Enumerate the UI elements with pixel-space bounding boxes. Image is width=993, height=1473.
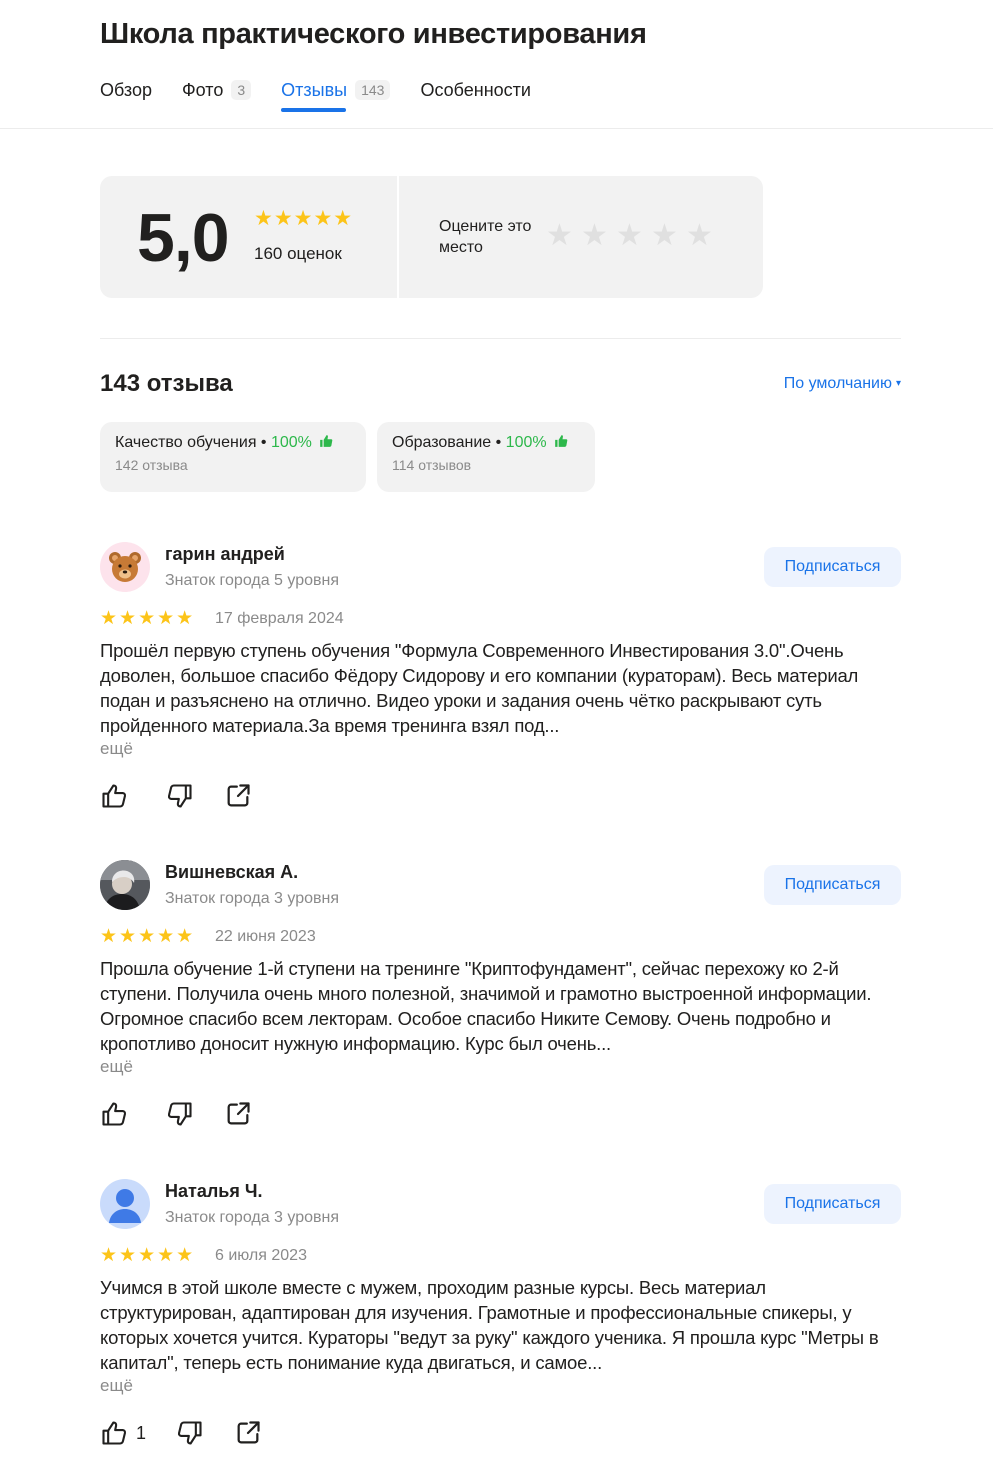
sort-label: По умолчанию	[783, 375, 892, 392]
thumbs-up-filled-icon	[320, 435, 333, 447]
like-button[interactable]: 1	[100, 1419, 146, 1447]
subscribe-button[interactable]: Подписаться	[764, 1184, 901, 1224]
author-name[interactable]: гарин андрей	[165, 544, 285, 565]
rate-star-1-icon[interactable]: ★	[546, 219, 581, 253]
review-stars: ★★★★★	[100, 926, 196, 947]
share-icon	[227, 1102, 250, 1125]
bear-emoji-avatar[interactable]	[100, 542, 150, 592]
tab-photos[interactable]: Фото 3	[182, 76, 252, 104]
tab-count-badge: 3	[231, 80, 252, 100]
reviews-heading: 143 отзыва	[100, 370, 233, 397]
read-more-link[interactable]: ещё	[100, 739, 133, 759]
section-divider	[100, 338, 901, 339]
tab-label: Особенности	[420, 79, 531, 100]
tabs-divider	[0, 128, 993, 129]
review-stars: ★★★★★	[100, 1245, 196, 1266]
rate-star-4-icon[interactable]: ★	[651, 219, 686, 253]
overall-rating: 5,0 ★★★★★ 160 оценок	[100, 176, 399, 298]
tab-overview[interactable]: Обзор	[100, 76, 152, 104]
author-name[interactable]: Вишневская А.	[165, 862, 298, 883]
aspect-separator: •	[491, 434, 506, 451]
rating-count: 160 оценок	[254, 244, 342, 263]
author-level: Знаток города 5 уровня	[165, 572, 340, 589]
read-more-link[interactable]: ещё	[100, 1376, 133, 1396]
read-more-link[interactable]: ещё	[100, 1057, 133, 1077]
thumbs-up-icon	[102, 1102, 127, 1126]
author-level: Знаток города 3 уровня	[165, 1209, 340, 1226]
rate-star-2-icon[interactable]: ★	[581, 219, 616, 253]
tab-features[interactable]: Особенности	[420, 76, 531, 104]
share-icon	[237, 1421, 260, 1444]
thumbs-up-icon	[102, 1421, 127, 1445]
aspect-title: Качество обучения • 100%	[115, 434, 351, 452]
review-text: Прошла обучение 1-й ступени на тренинге …	[100, 958, 872, 1054]
dislike-button[interactable]	[166, 1100, 194, 1128]
aspect-separator: •	[256, 434, 271, 451]
aspect-chip-teaching-quality[interactable]: Качество обучения • 100% 142 отзыва	[100, 422, 366, 492]
aspect-count: 114 отзывов	[392, 457, 472, 473]
tab-label: Обзор	[100, 79, 152, 100]
like-button[interactable]	[100, 782, 136, 810]
tab-bar: Обзор Фото 3 Отзывы 143 Особенности	[100, 76, 561, 112]
aspect-percent: 100%	[270, 434, 312, 451]
rate-this-place: Оцените это место ★ ★ ★ ★ ★	[399, 176, 763, 298]
dislike-button[interactable]	[166, 782, 194, 810]
review-date: 22 июня 2023	[215, 928, 316, 945]
thumbs-up-filled-icon	[555, 435, 568, 447]
subscribe-button[interactable]: Подписаться	[764, 865, 901, 905]
aspect-percent: 100%	[505, 434, 547, 451]
photo-avatar[interactable]	[100, 860, 150, 910]
rate-prompt: Оцените это место	[439, 218, 532, 256]
review-date: 17 февраля 2024	[215, 610, 344, 627]
rating-summary-card: 5,0 ★★★★★ 160 оценок Оцените это место ★…	[100, 176, 763, 298]
share-button[interactable]	[224, 782, 252, 810]
review-actions	[100, 1100, 282, 1128]
rate-star-3-icon[interactable]: ★	[616, 219, 651, 253]
review-text: Учимся в этой школе вместе с мужем, прох…	[100, 1277, 879, 1373]
review-text: Прошёл первую ступень обучения "Формула …	[100, 640, 859, 736]
share-button[interactable]	[234, 1419, 262, 1447]
share-icon	[227, 784, 250, 807]
review-actions	[100, 782, 282, 810]
review-actions: 1	[100, 1419, 292, 1447]
tab-count-badge: 143	[355, 80, 391, 100]
rating-value: 5,0	[137, 200, 230, 276]
tab-label: Фото	[182, 79, 224, 100]
sort-dropdown[interactable]: По умолчанию ▾	[784, 375, 901, 393]
like-count: 1	[136, 1422, 147, 1443]
rate-star-5-icon[interactable]: ★	[686, 219, 721, 253]
thumbs-down-icon	[177, 1421, 202, 1445]
subscribe-button[interactable]: Подписаться	[764, 547, 901, 587]
rate-stars: ★ ★ ★ ★ ★	[546, 219, 721, 253]
page-title: Школа практического инвестирования	[100, 18, 647, 50]
review-card: Наталья Ч. Знаток города 3 уровня Подпис…	[100, 1179, 901, 1469]
thumbs-down-icon	[167, 1102, 192, 1126]
author-level: Знаток города 3 уровня	[165, 890, 340, 907]
review-card: гарин андрей Знаток города 5 уровня Подп…	[100, 542, 901, 832]
tab-reviews[interactable]: Отзывы 143	[281, 76, 391, 112]
dislike-button[interactable]	[176, 1419, 204, 1447]
active-tab-indicator	[281, 108, 347, 112]
like-button[interactable]	[100, 1100, 136, 1128]
aspect-name: Образование	[392, 434, 492, 451]
aspect-chip-education[interactable]: Образование • 100% 114 отзывов	[377, 422, 595, 492]
review-card: Вишневская А. Знаток города 3 уровня Под…	[100, 860, 901, 1150]
author-name[interactable]: Наталья Ч.	[165, 1181, 263, 1202]
rating-stars: ★★★★★	[254, 207, 354, 230]
thumbs-down-icon	[167, 784, 192, 808]
review-stars: ★★★★★	[100, 608, 196, 629]
chevron-down-icon: ▾	[895, 378, 901, 389]
share-button[interactable]	[224, 1100, 252, 1128]
aspect-title: Образование • 100%	[392, 434, 580, 452]
default-user-avatar[interactable]	[100, 1179, 150, 1229]
aspect-name: Качество обучения	[115, 434, 257, 451]
review-date: 6 июля 2023	[215, 1247, 307, 1264]
thumbs-up-icon	[102, 784, 127, 808]
aspect-count: 142 отзыва	[115, 457, 188, 473]
tab-label: Отзывы	[281, 79, 348, 100]
